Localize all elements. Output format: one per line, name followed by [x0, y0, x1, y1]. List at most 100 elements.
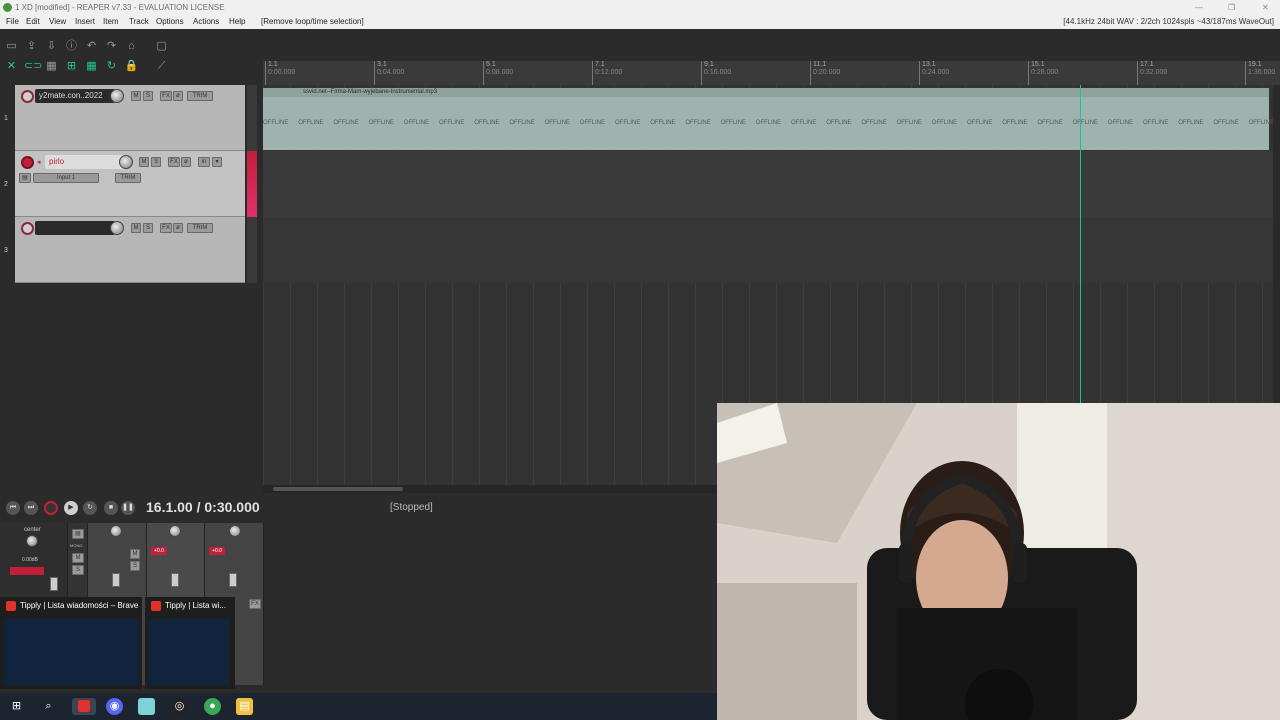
- play-cursor[interactable]: [1080, 85, 1081, 405]
- minimize-icon[interactable]: —: [1195, 0, 1203, 15]
- repeat-icon[interactable]: ↻: [83, 501, 97, 515]
- record-arm-button[interactable]: [21, 156, 34, 169]
- record-button[interactable]: [44, 501, 58, 515]
- volume-fader[interactable]: [229, 573, 237, 587]
- menu-file[interactable]: File: [6, 15, 19, 29]
- brave-icon[interactable]: [72, 698, 96, 715]
- pan-knob[interactable]: [110, 525, 122, 537]
- chrome-icon[interactable]: ●: [204, 698, 221, 715]
- menu-help[interactable]: Help: [229, 15, 245, 29]
- stop-button[interactable]: ■: [104, 501, 118, 515]
- phase-button[interactable]: ø: [173, 91, 183, 101]
- monitor-icon[interactable]: ◂: [37, 158, 41, 166]
- volume-knob[interactable]: [110, 221, 124, 235]
- media-item[interactable]: ssvid.net--Firma-Mam-wyjebane-Instrument…: [263, 88, 1273, 150]
- track-name-field[interactable]: y2mate.con..2022: [35, 89, 115, 103]
- volume-fader[interactable]: [112, 573, 120, 587]
- volume-knob[interactable]: [110, 89, 124, 103]
- master-mute-button[interactable]: M: [72, 553, 84, 563]
- menu-actions[interactable]: Actions: [193, 15, 219, 29]
- trim-button[interactable]: TRIM: [187, 91, 213, 101]
- input-select[interactable]: Input 1: [33, 173, 99, 183]
- track-1-header[interactable]: y2mate.con..2022 M S FX ø TRIM: [15, 85, 245, 151]
- record-arm-button[interactable]: [21, 222, 34, 235]
- loop-icon[interactable]: ↻: [104, 59, 119, 74]
- track-2-header[interactable]: ◂ pirlo M S FX ø in ▾ ▤ Input 1 TRIM: [15, 151, 245, 217]
- search-icon[interactable]: ⌕: [40, 698, 57, 715]
- redo-icon[interactable]: ↷: [104, 39, 119, 54]
- pause-button[interactable]: ❚❚: [121, 501, 135, 515]
- trim-button[interactable]: TRIM: [115, 173, 141, 183]
- solo-button[interactable]: S: [143, 91, 153, 101]
- phase-button[interactable]: ø: [181, 157, 191, 167]
- fx-button[interactable]: FX: [168, 157, 180, 167]
- pan-knob[interactable]: [229, 525, 241, 537]
- ripple-edit-icon[interactable]: ⊂⊃: [24, 59, 42, 74]
- menu-track[interactable]: Track: [129, 15, 149, 29]
- obs-icon[interactable]: ◎: [171, 698, 188, 715]
- track-1-lane[interactable]: ssvid.net--Firma-Mam-wyjebane-Instrument…: [263, 85, 1273, 151]
- save-project-icon[interactable]: ⇩: [44, 39, 59, 54]
- metronome-icon[interactable]: ⌂: [124, 39, 139, 54]
- pan-knob[interactable]: [169, 525, 181, 537]
- menu-insert[interactable]: Insert: [75, 15, 95, 29]
- app-icon[interactable]: [138, 698, 155, 715]
- go-to-start-icon[interactable]: ⏮: [6, 501, 20, 515]
- snap-icon[interactable]: ▦: [44, 59, 59, 74]
- grid-icon[interactable]: ▦: [84, 59, 99, 74]
- close-icon[interactable]: ✕: [1262, 0, 1269, 15]
- track-3-lane[interactable]: [263, 217, 1273, 283]
- volume-knob[interactable]: [119, 155, 133, 169]
- task-preview-brave[interactable]: Tipply | Lista wiadomości – Brave: [0, 597, 142, 689]
- horizontal-scrollbar[interactable]: [263, 485, 717, 493]
- menu-item[interactable]: Item: [103, 15, 119, 29]
- time-display[interactable]: 16.1.00 / 0:30.000: [146, 499, 260, 515]
- mute-button[interactable]: M: [131, 223, 141, 233]
- menu-options[interactable]: Options: [156, 15, 184, 29]
- envelope-tool-icon[interactable]: ⟋: [154, 59, 169, 74]
- open-project-icon[interactable]: ⇪: [24, 39, 39, 54]
- restore-icon[interactable]: ❐: [1228, 0, 1235, 15]
- mute-button[interactable]: M: [139, 157, 149, 167]
- fx-button[interactable]: FX: [249, 599, 261, 609]
- volume-fader[interactable]: [171, 573, 179, 587]
- track-name-field[interactable]: [35, 221, 115, 235]
- menu-edit[interactable]: Edit: [26, 15, 40, 29]
- input-monitor-button[interactable]: in: [198, 157, 210, 167]
- mute-button[interactable]: M: [131, 91, 141, 101]
- phase-button[interactable]: ø: [173, 223, 183, 233]
- audio-device-status[interactable]: [44.1kHz 24bit WAV : 2/2ch 1024spls ~43/…: [1063, 15, 1274, 29]
- grid-settings-icon[interactable]: ▢: [154, 39, 169, 54]
- chevron-down-icon[interactable]: ▾: [212, 157, 222, 167]
- new-project-icon[interactable]: ▭: [4, 39, 19, 54]
- lock-icon[interactable]: 🔒: [124, 59, 139, 74]
- record-arm-button[interactable]: [21, 90, 34, 103]
- fx-button[interactable]: FX: [160, 91, 172, 101]
- master-fader[interactable]: [50, 577, 58, 591]
- action-hint[interactable]: [Remove loop/time selection]: [261, 15, 364, 29]
- file-explorer-icon[interactable]: ▤: [236, 698, 253, 715]
- play-button[interactable]: ▶: [64, 501, 78, 515]
- solo-button[interactable]: S: [143, 223, 153, 233]
- solo-button[interactable]: S: [130, 561, 140, 571]
- fx-button[interactable]: FX: [160, 223, 172, 233]
- item-grouping-icon[interactable]: ⊞: [64, 59, 79, 74]
- auto-crossfade-icon[interactable]: ✕: [4, 59, 19, 74]
- solo-button[interactable]: S: [151, 157, 161, 167]
- master-pan-knob[interactable]: [26, 535, 38, 547]
- project-settings-icon[interactable]: ⓘ: [64, 39, 79, 54]
- windows-start-icon[interactable]: ⊞: [8, 698, 25, 715]
- scrollbar-thumb[interactable]: [273, 487, 403, 491]
- menu-view[interactable]: View: [49, 15, 66, 29]
- discord-icon[interactable]: ◉: [106, 698, 123, 715]
- track-3-header[interactable]: M S FX ø TRIM: [15, 217, 245, 283]
- task-preview-brave-2[interactable]: Tipply | Lista wi...: [145, 597, 235, 689]
- master-fx-icon[interactable]: ▤: [72, 529, 84, 539]
- undo-icon[interactable]: ↶: [84, 39, 99, 54]
- track-2-lane[interactable]: [263, 151, 1273, 217]
- track-name-field[interactable]: pirlo: [45, 155, 125, 169]
- trim-button[interactable]: TRIM: [187, 223, 213, 233]
- go-to-end-icon[interactable]: ⏭: [24, 501, 38, 515]
- timeline-ruler[interactable]: 1.1 0:00.000 3.1 0:04.000 5.1 0:08.000 7.1 0:12…: [263, 61, 1280, 85]
- master-solo-button[interactable]: S: [72, 565, 84, 575]
